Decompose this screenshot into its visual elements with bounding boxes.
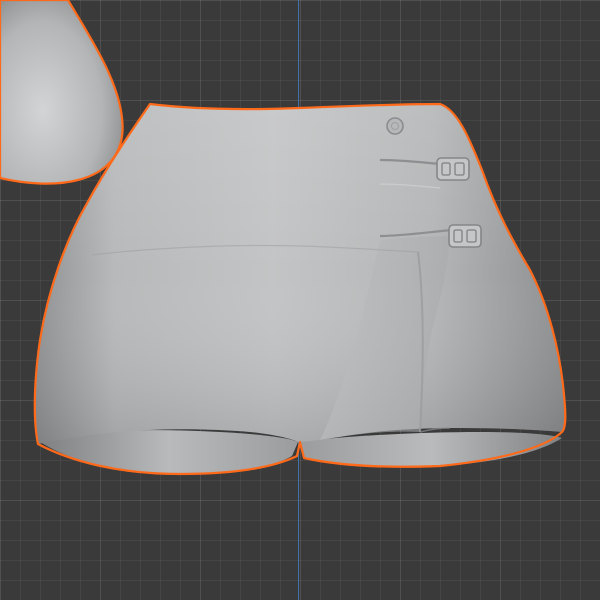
skirt-mesh[interactable] (33, 102, 567, 476)
3d-viewport[interactable] (0, 0, 600, 600)
buckle-lower-icon (448, 224, 482, 248)
buckle-upper-icon (436, 157, 470, 181)
scene-render[interactable] (0, 0, 600, 600)
snap-button-icon (386, 117, 404, 135)
torso-fragment[interactable] (0, 0, 124, 185)
